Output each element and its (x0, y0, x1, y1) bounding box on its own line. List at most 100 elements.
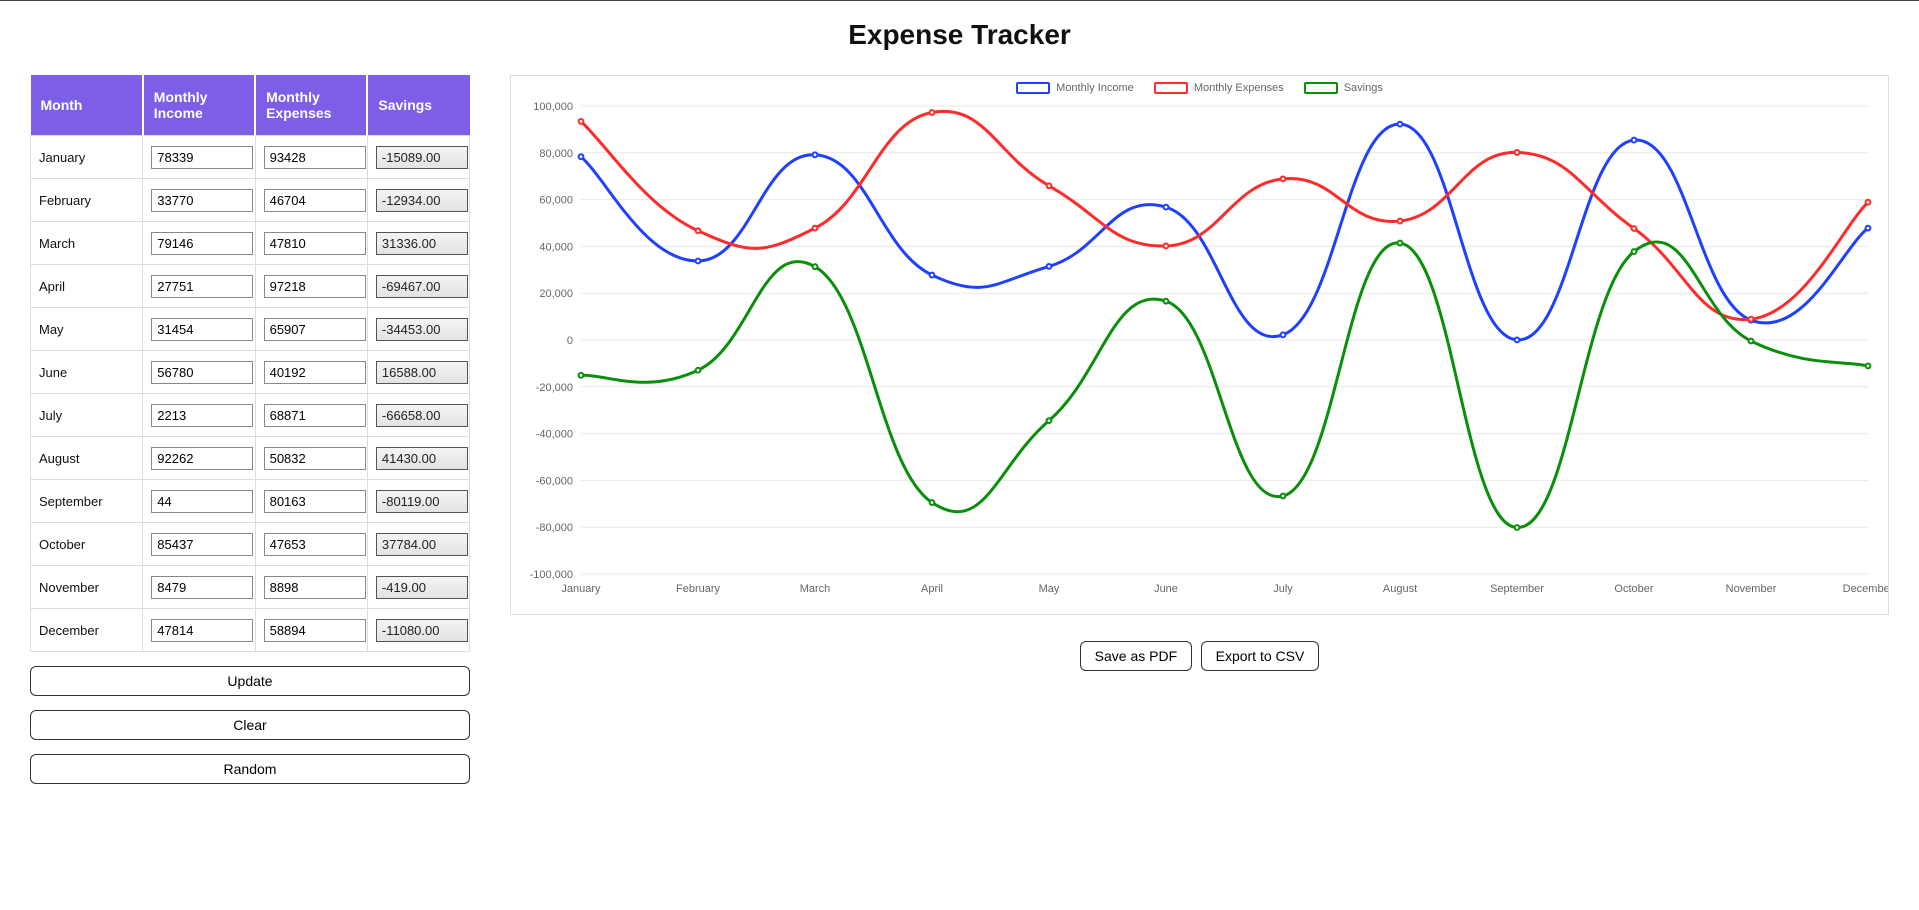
chart-point[interactable] (1047, 418, 1052, 423)
table-row: November (31, 566, 470, 609)
chart-point[interactable] (1866, 364, 1871, 369)
income-input[interactable] (151, 361, 253, 384)
update-button[interactable]: Update (30, 666, 470, 696)
chart-point[interactable] (579, 119, 584, 124)
chart-point[interactable] (813, 226, 818, 231)
chart-point[interactable] (1749, 339, 1754, 344)
svg-text:-100,000: -100,000 (530, 569, 573, 581)
chart-point[interactable] (813, 264, 818, 269)
chart-point[interactable] (1632, 138, 1637, 143)
cell-month: August (31, 437, 143, 480)
chart-point[interactable] (1866, 226, 1871, 231)
expenses-input[interactable] (264, 318, 366, 341)
expenses-input[interactable] (264, 619, 366, 642)
legend-item-savings[interactable]: Savings (1304, 82, 1383, 94)
expenses-input[interactable] (264, 404, 366, 427)
svg-text:-40,000: -40,000 (536, 429, 573, 441)
chart-point[interactable] (1398, 241, 1403, 246)
save-pdf-button[interactable]: Save as PDF (1080, 641, 1192, 671)
col-expenses: Monthly Expenses (255, 75, 367, 136)
cell-income (143, 480, 255, 523)
cell-savings (367, 136, 469, 179)
clear-button[interactable]: Clear (30, 710, 470, 740)
cell-expenses (255, 179, 367, 222)
chart-point[interactable] (1047, 264, 1052, 269)
legend-label-savings: Savings (1344, 82, 1383, 94)
cell-month: April (31, 265, 143, 308)
table-row: August (31, 437, 470, 480)
legend-item-expenses[interactable]: Monthly Expenses (1154, 82, 1284, 94)
chart-point[interactable] (1398, 219, 1403, 224)
cell-expenses (255, 394, 367, 437)
income-input[interactable] (151, 318, 253, 341)
cell-month: July (31, 394, 143, 437)
cell-savings (367, 609, 469, 652)
chart-point[interactable] (1749, 317, 1754, 322)
cell-expenses (255, 437, 367, 480)
expenses-input[interactable] (264, 275, 366, 298)
chart-point[interactable] (696, 228, 701, 233)
legend-item-income[interactable]: Monthly Income (1016, 82, 1134, 94)
income-input[interactable] (151, 576, 253, 599)
svg-text:November: November (1726, 583, 1777, 595)
chart-point[interactable] (1632, 249, 1637, 254)
income-input[interactable] (151, 232, 253, 255)
chart-point[interactable] (696, 259, 701, 264)
chart-frame: Monthly Income Monthly Expenses Savings … (510, 75, 1889, 615)
savings-output (376, 361, 468, 384)
chart-point[interactable] (1281, 176, 1286, 181)
chart-point[interactable] (1281, 332, 1286, 337)
expenses-input[interactable] (264, 146, 366, 169)
chart-point[interactable] (579, 154, 584, 159)
expenses-input[interactable] (264, 533, 366, 556)
table-row: April (31, 265, 470, 308)
chart-point[interactable] (1047, 183, 1052, 188)
income-input[interactable] (151, 189, 253, 212)
random-button[interactable]: Random (30, 754, 470, 784)
legend-swatch-savings (1304, 82, 1338, 94)
chart-line (581, 111, 1868, 319)
cell-income (143, 136, 255, 179)
chart-point[interactable] (696, 368, 701, 373)
legend-label-expenses: Monthly Expenses (1194, 82, 1284, 94)
expenses-input[interactable] (264, 447, 366, 470)
chart-point[interactable] (1632, 226, 1637, 231)
chart-point[interactable] (1515, 150, 1520, 155)
income-input[interactable] (151, 490, 253, 513)
expenses-input[interactable] (264, 490, 366, 513)
chart-point[interactable] (1515, 525, 1520, 530)
income-input[interactable] (151, 275, 253, 298)
chart-legend: Monthly Income Monthly Expenses Savings (511, 76, 1888, 96)
cell-month: January (31, 136, 143, 179)
chart-point[interactable] (1164, 244, 1169, 249)
chart-point[interactable] (1164, 299, 1169, 304)
income-input[interactable] (151, 619, 253, 642)
income-input[interactable] (151, 404, 253, 427)
income-input[interactable] (151, 447, 253, 470)
expenses-input[interactable] (264, 361, 366, 384)
chart-point[interactable] (1515, 337, 1520, 342)
cell-income (143, 523, 255, 566)
export-csv-button[interactable]: Export to CSV (1201, 641, 1320, 671)
chart-point[interactable] (579, 373, 584, 378)
col-savings: Savings (367, 75, 469, 136)
income-input[interactable] (151, 146, 253, 169)
chart-point[interactable] (930, 110, 935, 115)
cell-savings (367, 437, 469, 480)
chart-point[interactable] (1164, 205, 1169, 210)
cell-expenses (255, 523, 367, 566)
expenses-input[interactable] (264, 189, 366, 212)
income-input[interactable] (151, 533, 253, 556)
chart-point[interactable] (813, 152, 818, 157)
cell-expenses (255, 308, 367, 351)
expenses-input[interactable] (264, 232, 366, 255)
expenses-input[interactable] (264, 576, 366, 599)
chart-point[interactable] (930, 273, 935, 278)
col-income: Monthly Income (143, 75, 255, 136)
cell-income (143, 222, 255, 265)
chart-point[interactable] (1866, 200, 1871, 205)
cell-expenses (255, 351, 367, 394)
chart-point[interactable] (930, 500, 935, 505)
chart-point[interactable] (1281, 494, 1286, 499)
chart-point[interactable] (1398, 122, 1403, 127)
